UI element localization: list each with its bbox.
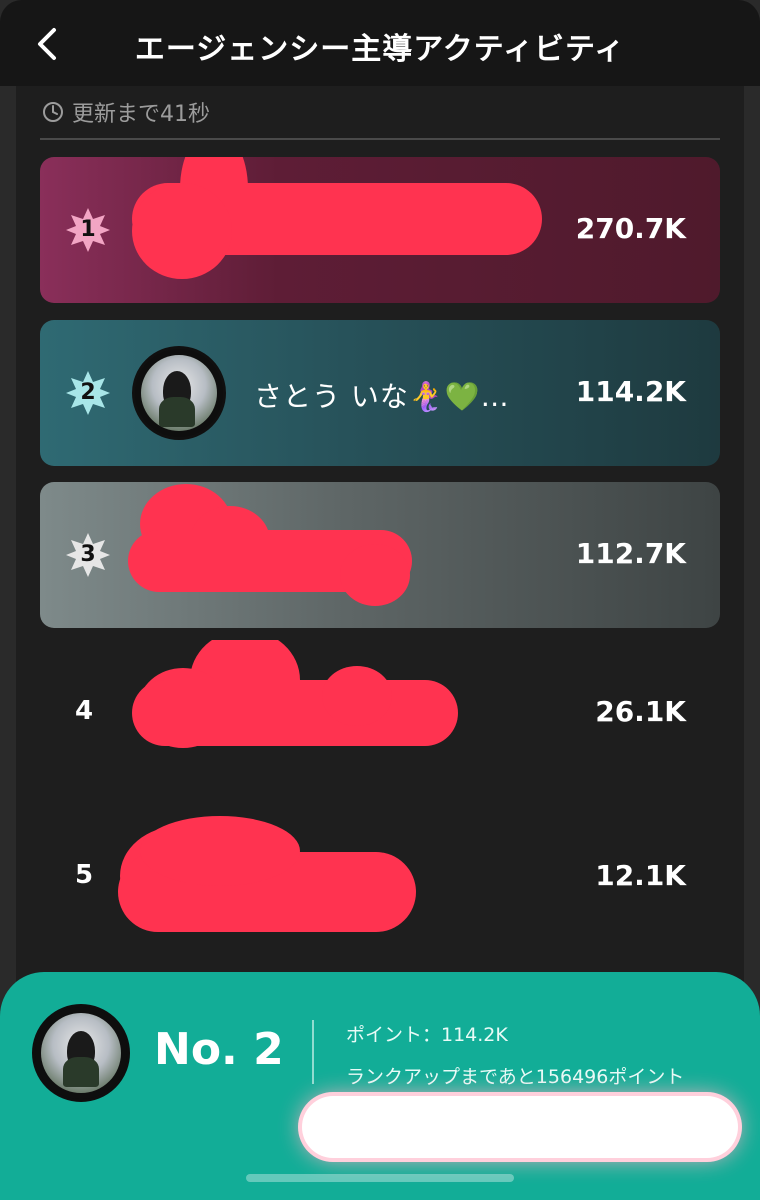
refresh-timer: 更新まで41秒 — [42, 96, 210, 128]
ranking-row-3[interactable]: 3 112.7K — [40, 482, 720, 628]
ranking-row-2[interactable]: 2 さとう いな🧜‍♀️💚… 114.2K — [40, 320, 720, 466]
rank-badge-3: 3 — [64, 531, 112, 579]
rank-number: 4 — [74, 696, 94, 726]
points-value: 26.1K — [595, 695, 686, 728]
points-value: 112.7K — [575, 537, 686, 570]
redaction-mark — [322, 666, 392, 726]
points-value: 114.2K — [575, 375, 686, 408]
redaction-mark — [302, 1096, 738, 1158]
page-title: エージェンシー主導アクティビティ — [134, 32, 626, 67]
redaction-mark — [340, 544, 410, 606]
avatar[interactable] — [132, 346, 226, 440]
points-value: 12.1K — [595, 859, 686, 892]
points-value: 270.7K — [575, 212, 686, 245]
clock-icon — [43, 102, 63, 122]
divider — [312, 1020, 314, 1084]
rank-number: 5 — [74, 860, 94, 890]
ranking-row-5[interactable]: 5 12.1K — [40, 804, 720, 950]
divider — [40, 138, 720, 140]
header-bar: エージェンシー主導アクティビティ — [0, 0, 760, 86]
redaction-mark — [132, 680, 458, 746]
my-rank-card: No. 2 ポイント：114.2K ランクアップまであと156496ポイント — [0, 972, 760, 1200]
ranking-row-1[interactable]: 1 270.7K — [40, 157, 720, 303]
my-points-text: ポイント：114.2K — [346, 1024, 508, 1046]
rank-badge-1: 1 — [64, 206, 112, 254]
my-rank-label: No. 2 — [154, 1024, 284, 1075]
redaction-mark — [132, 183, 232, 279]
home-indicator[interactable] — [246, 1174, 514, 1182]
redaction-mark — [140, 816, 300, 886]
ranking-row-4[interactable]: 4 26.1K — [40, 640, 720, 786]
rank-badge-2: 2 — [64, 369, 112, 417]
my-avatar[interactable] — [32, 1004, 130, 1102]
user-name: さとう いな🧜‍♀️💚… — [254, 380, 510, 413]
rank-up-text: ランクアップまであと156496ポイント — [346, 1066, 685, 1088]
timer-text: 更新まで41秒 — [72, 102, 210, 127]
